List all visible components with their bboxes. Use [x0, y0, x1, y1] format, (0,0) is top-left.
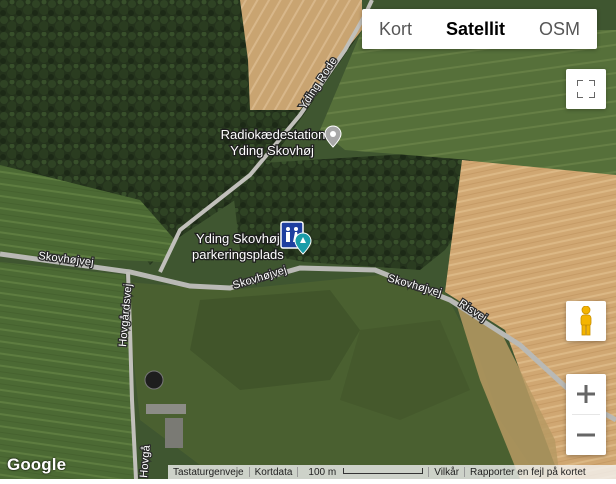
map-type-control: Kort Satellit OSM — [362, 9, 598, 49]
pegman-icon — [580, 306, 592, 336]
minus-icon — [577, 433, 595, 437]
street-view-pegman-button[interactable] — [566, 301, 606, 341]
poi-radio-station-name-2: Yding Skovhøj — [230, 143, 314, 158]
map-type-kort-button[interactable]: Kort — [362, 9, 429, 49]
scale-label: 100 m — [308, 466, 337, 478]
poi-radio-station-name: Radiokædestation — [221, 127, 326, 142]
fullscreen-button[interactable] — [566, 69, 606, 109]
poi-parking-name: Yding Skovhøj — [196, 231, 280, 246]
zoom-control — [566, 374, 606, 455]
keyboard-shortcuts-link[interactable]: Tastaturgenveje — [168, 467, 249, 478]
terms-link[interactable]: Vilkår — [429, 467, 464, 478]
report-error-link[interactable]: Rapporter en fejl på kortet — [465, 467, 591, 478]
scale-control[interactable]: 100 m — [298, 467, 428, 478]
poi-parking-name-2: parkeringsplads — [192, 247, 284, 262]
zoom-in-button[interactable] — [566, 374, 606, 414]
google-logo: Google — [7, 455, 67, 474]
map-type-satellit-button[interactable]: Satellit — [429, 9, 522, 49]
map-data-link[interactable]: Kortdata — [250, 467, 298, 478]
zoom-out-button[interactable] — [566, 415, 606, 455]
scale-bar — [343, 467, 424, 474]
satellite-imagery[interactable]: Yding Rode Skovhøjvej Skovhøjvej Skovhøj… — [0, 0, 616, 480]
map-type-osm-button[interactable]: OSM — [522, 9, 597, 49]
attribution-bar: Tastaturgenveje Kortdata 100 m Vilkår Ra… — [168, 465, 616, 479]
plus-icon — [577, 385, 595, 403]
fullscreen-icon — [577, 80, 595, 98]
map-canvas[interactable]: Yding Rode Skovhøjvej Skovhøjvej Skovhøj… — [0, 0, 616, 480]
